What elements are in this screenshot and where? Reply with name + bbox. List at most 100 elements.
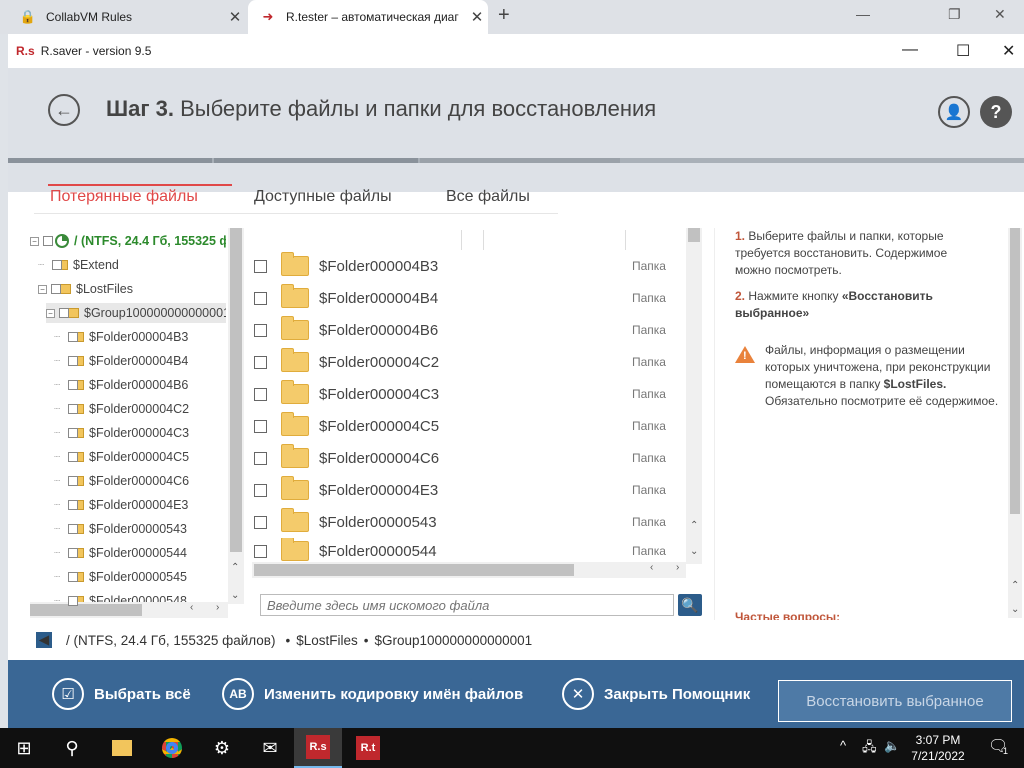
- file-checkbox[interactable]: [254, 323, 267, 337]
- file-list-scroll-thumb[interactable]: [688, 228, 700, 242]
- app-maximize-button[interactable]: ☐: [956, 41, 970, 61]
- tree-checkbox[interactable]: [68, 356, 78, 366]
- tree-item-folder[interactable]: ┈ $Folder00000543: [54, 519, 187, 539]
- file-row[interactable]: $Folder000004E3 Папка: [254, 474, 676, 506]
- tree-item-folder[interactable]: ┈ $Folder000004E3: [54, 495, 188, 515]
- tree-checkbox[interactable]: [68, 596, 78, 606]
- file-checkbox[interactable]: [254, 483, 267, 497]
- file-checkbox[interactable]: [254, 259, 267, 273]
- tree-checkbox[interactable]: [43, 236, 53, 246]
- help-icon[interactable]: ?: [980, 96, 1012, 128]
- browser-minimize-button[interactable]: —: [856, 6, 870, 22]
- tree-checkbox[interactable]: [68, 476, 78, 486]
- tray-chevron-icon[interactable]: ^: [840, 738, 846, 753]
- tree-item-folder[interactable]: ┈ $Folder000004B3: [54, 327, 188, 347]
- tree-item-lostfiles[interactable]: − $LostFiles: [38, 279, 133, 299]
- file-checkbox[interactable]: [254, 291, 267, 305]
- scroll-left-icon[interactable]: ‹: [190, 602, 193, 613]
- collapse-icon[interactable]: −: [30, 236, 39, 246]
- file-checkbox[interactable]: [254, 451, 267, 465]
- tree-item-folder[interactable]: ┈ $Folder000004C3: [54, 423, 189, 443]
- windows-start-icon[interactable]: ⊞: [0, 728, 48, 768]
- column-separator[interactable]: [461, 230, 462, 250]
- browser-restore-button[interactable]: ❐: [948, 6, 961, 23]
- scroll-right-icon[interactable]: ›: [216, 602, 219, 613]
- tree-hscroll-thumb[interactable]: [30, 604, 142, 616]
- file-row[interactable]: $Folder000004B4 Папка: [254, 282, 676, 314]
- file-row[interactable]: $Folder000004C2 Папка: [254, 346, 676, 378]
- close-tab-icon[interactable]: ✕: [224, 8, 246, 26]
- rsaver-taskbar-button[interactable]: R.s: [294, 728, 342, 768]
- app-minimize-button[interactable]: —: [902, 41, 918, 59]
- file-list-vertical-scrollbar[interactable]: [686, 228, 702, 564]
- tab-all-files[interactable]: Все файлы: [446, 188, 530, 206]
- select-all-button[interactable]: ☑ Выбрать всё: [52, 678, 191, 710]
- scroll-up-icon[interactable]: ⌃: [690, 520, 698, 531]
- column-separator[interactable]: [625, 230, 626, 250]
- tree-checkbox[interactable]: [68, 524, 78, 534]
- system-clock[interactable]: 3:07 PM 7/21/2022: [896, 732, 980, 764]
- chrome-icon[interactable]: [148, 728, 196, 768]
- breadcrumb-back-icon[interactable]: ◀: [36, 632, 52, 648]
- file-row[interactable]: $Folder000004C5 Папка: [254, 410, 676, 442]
- breadcrumb-root[interactable]: / (NTFS, 24.4 Гб, 155325 файлов): [66, 633, 275, 648]
- file-explorer-icon[interactable]: [98, 728, 146, 768]
- tree-checkbox[interactable]: [68, 572, 78, 582]
- search-icon[interactable]: 🔍: [678, 594, 702, 616]
- scroll-down-icon[interactable]: ⌄: [231, 590, 239, 601]
- breadcrumb-lostfiles[interactable]: $LostFiles: [296, 633, 358, 648]
- tree-checkbox[interactable]: [68, 548, 78, 558]
- scroll-up-icon[interactable]: ⌃: [231, 562, 239, 573]
- file-row[interactable]: $Folder00000543 Папка: [254, 506, 676, 538]
- tab-available-files[interactable]: Доступные файлы: [254, 188, 392, 206]
- search-icon[interactable]: ⚲: [48, 728, 96, 768]
- network-icon[interactable]: 🖧: [862, 738, 877, 760]
- change-encoding-button[interactable]: AB Изменить кодировку имён файлов: [222, 678, 523, 710]
- tab-lost-files[interactable]: Потерянные файлы: [50, 188, 198, 206]
- scroll-down-icon[interactable]: ⌄: [1011, 604, 1019, 615]
- collapse-icon[interactable]: −: [46, 308, 55, 318]
- tree-checkbox[interactable]: [52, 260, 62, 270]
- new-tab-button[interactable]: +: [498, 4, 510, 27]
- tree-item-folder[interactable]: ┈ $Folder000004C2: [54, 399, 189, 419]
- browser-tab-rtester[interactable]: ➜ R.tester – автоматическая диаг ✕: [248, 0, 488, 34]
- file-row[interactable]: $Folder000004C6 Папка: [254, 442, 676, 474]
- file-list-hscroll-thumb[interactable]: [254, 564, 574, 576]
- browser-close-button[interactable]: ✕: [994, 6, 1006, 23]
- restore-selected-button[interactable]: Восстановить выбранное: [778, 680, 1012, 722]
- close-assistant-button[interactable]: ✕ Закрыть Помощник: [562, 678, 750, 710]
- tree-checkbox[interactable]: [68, 452, 78, 462]
- tree-checkbox[interactable]: [68, 404, 78, 414]
- file-row[interactable]: $Folder000004B6 Папка: [254, 314, 676, 346]
- tree-checkbox[interactable]: [68, 500, 78, 510]
- file-row[interactable]: $Folder000004B3 Папка: [254, 250, 676, 282]
- tree-item-folder[interactable]: ┈ $Folder000004C5: [54, 447, 189, 467]
- scroll-left-icon[interactable]: ‹: [650, 562, 653, 573]
- tree-item-folder[interactable]: ┈ $Folder00000545: [54, 567, 187, 587]
- scroll-right-icon[interactable]: ›: [676, 562, 679, 573]
- file-row[interactable]: $Folder000004C3 Папка: [254, 378, 676, 410]
- tree-checkbox[interactable]: [59, 308, 69, 318]
- app-close-button[interactable]: ✕: [1002, 41, 1015, 61]
- tree-item-folder[interactable]: ┈ $Folder000004B4: [54, 351, 188, 371]
- file-checkbox[interactable]: [254, 419, 267, 433]
- tree-item-folder[interactable]: ┈ $Folder000004C6: [54, 471, 189, 491]
- back-arrow-icon[interactable]: ←: [48, 94, 80, 126]
- tree-checkbox[interactable]: [51, 284, 61, 294]
- faq-link[interactable]: Частые вопросы:: [735, 610, 840, 620]
- file-checkbox[interactable]: [254, 387, 267, 401]
- browser-tab-collabvm[interactable]: 🔒 CollabVM Rules ✕: [8, 0, 246, 34]
- tree-item-folder[interactable]: ┈ $Folder000004B6: [54, 375, 188, 395]
- search-input[interactable]: [260, 594, 674, 616]
- file-row[interactable]: $Folder00000544 Папка: [254, 538, 676, 564]
- breadcrumb-group[interactable]: $Group100000000000001: [374, 633, 532, 648]
- tree-checkbox[interactable]: [68, 332, 78, 342]
- column-separator[interactable]: [483, 230, 484, 250]
- file-checkbox[interactable]: [254, 544, 267, 558]
- tree-checkbox[interactable]: [68, 428, 78, 438]
- tree-checkbox[interactable]: [68, 380, 78, 390]
- tree-item-folder[interactable]: ┈ $Folder00000544: [54, 543, 187, 563]
- help-scroll-thumb[interactable]: [1010, 228, 1020, 514]
- tree-item-extend[interactable]: ┈ $Extend: [38, 255, 119, 275]
- settings-gear-icon[interactable]: ⚙: [198, 728, 246, 768]
